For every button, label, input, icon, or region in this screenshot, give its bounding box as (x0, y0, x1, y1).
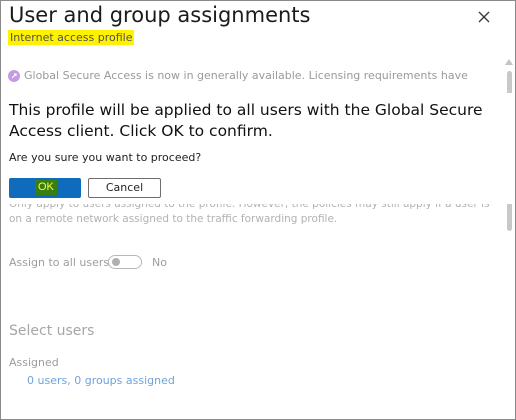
ok-button[interactable]: OK (9, 178, 81, 198)
assign-all-users-toggle[interactable] (108, 255, 142, 269)
assignments-panel: User and group assignments Internet acce… (0, 0, 516, 420)
close-icon (478, 11, 490, 23)
scroll-up-icon[interactable] (505, 59, 513, 65)
info-banner-text: Global Secure Access is now in generally… (24, 69, 468, 82)
assigned-label: Assigned (9, 356, 59, 369)
assign-all-users-label: Assign to all users (9, 256, 110, 269)
dialog-title: This profile will be applied to all user… (9, 101, 483, 140)
panel-subtitle: Internet access profile (8, 30, 135, 45)
toggle-knob (112, 258, 120, 266)
confirm-dialog: This profile will be applied to all user… (1, 93, 515, 204)
assigned-users-link[interactable]: 0 users, 0 groups assigned (27, 374, 175, 387)
select-users-heading: Select users (9, 323, 95, 339)
close-button[interactable] (474, 7, 494, 27)
profile-note-line-2: on a remote network assigned to the traf… (9, 213, 338, 225)
panel-title: User and group assignments (9, 3, 311, 27)
rocket-icon (8, 70, 20, 82)
cancel-button[interactable]: Cancel (88, 178, 161, 198)
toggle-state-label: No (152, 256, 167, 269)
dialog-question: Are you sure you want to proceed? (9, 151, 202, 164)
ok-button-label: OK (35, 180, 57, 195)
